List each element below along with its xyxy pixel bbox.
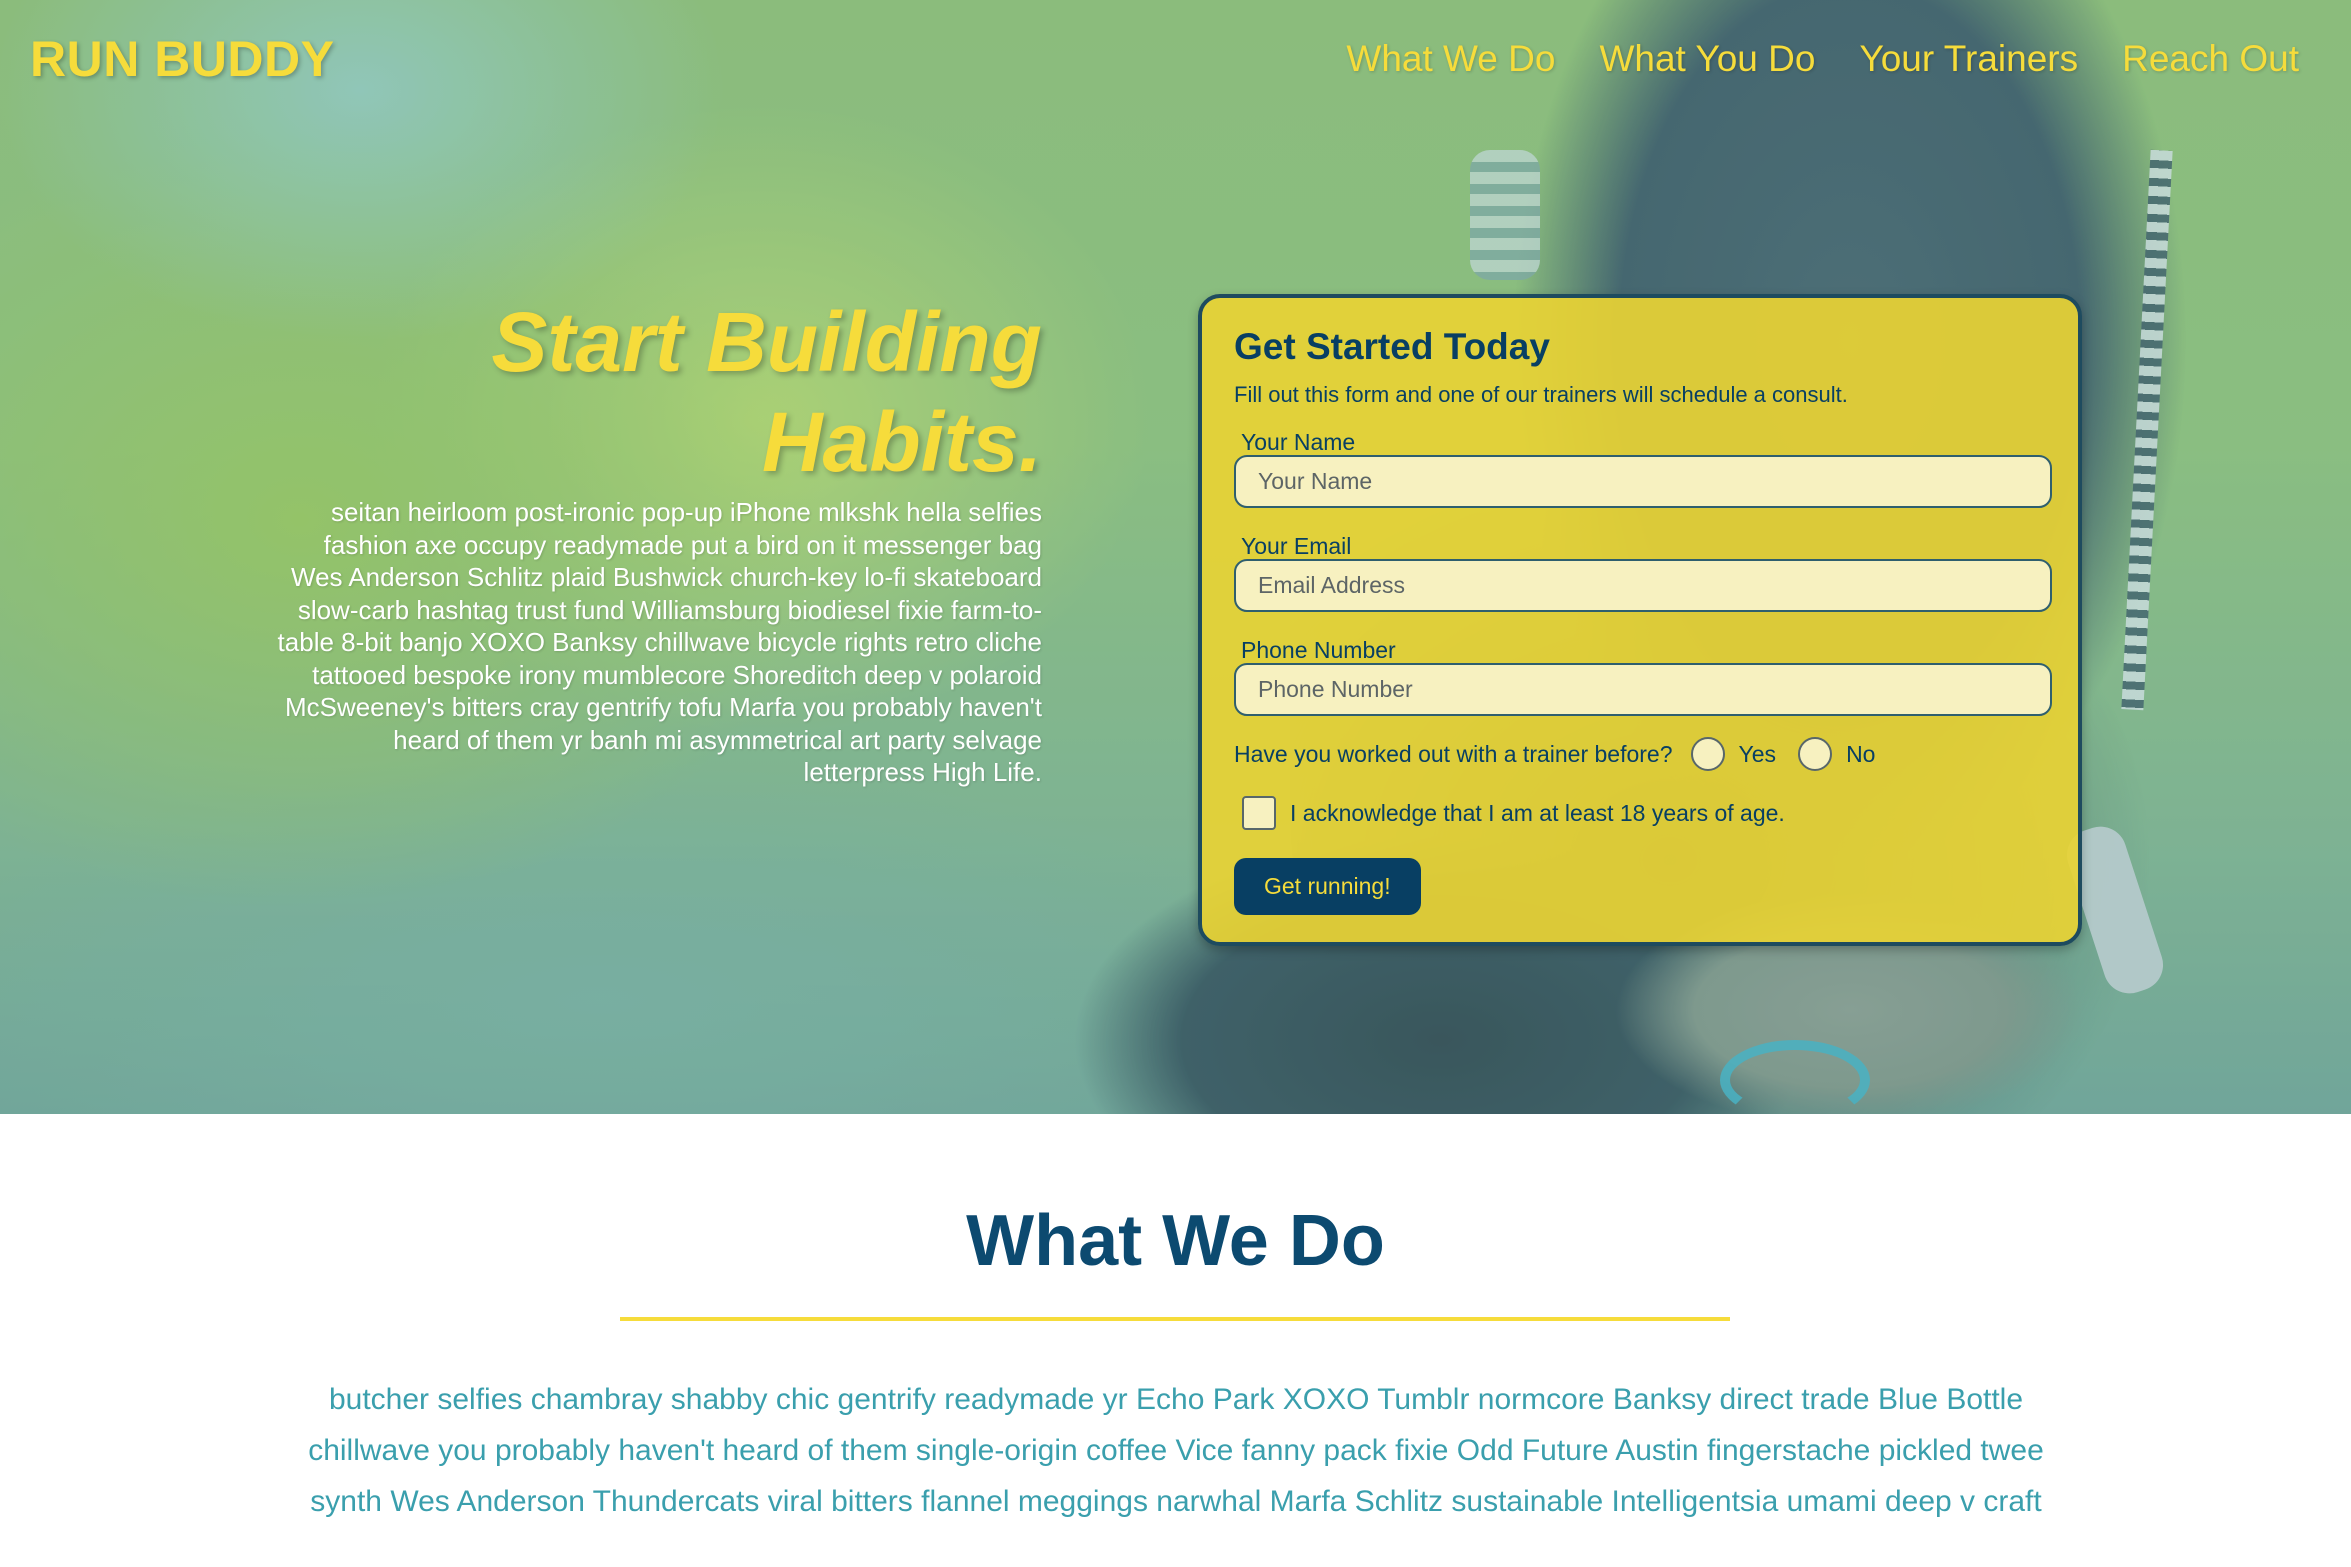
- get-started-form: Get Started Today Fill out this form and…: [1198, 294, 2082, 946]
- email-input[interactable]: [1234, 559, 2052, 612]
- main-nav: What We Do What You Do Your Trainers Rea…: [1346, 38, 2299, 80]
- hero-title-line1: Start Building: [491, 295, 1042, 389]
- what-we-do-divider: [620, 1317, 1730, 1321]
- hero-copy: Start Building Habits. seitan heirloom p…: [270, 292, 1042, 789]
- hero-title: Start Building Habits.: [270, 292, 1042, 492]
- phone-input[interactable]: [1234, 663, 2052, 716]
- nav-reach-out[interactable]: Reach Out: [2122, 38, 2299, 80]
- trainer-yes-radio[interactable]: [1690, 737, 1725, 771]
- hero-body-text: seitan heirloom post-ironic pop-up iPhon…: [277, 497, 1042, 787]
- trainer-no-label: No: [1846, 740, 1876, 767]
- form-subtitle: Fill out this form and one of our traine…: [1234, 382, 1848, 407]
- name-input[interactable]: [1234, 455, 2052, 508]
- nav-what-you-do[interactable]: What You Do: [1599, 38, 1815, 80]
- what-we-do-body: butcher selfies chambray shabby chic gen…: [308, 1383, 2044, 1518]
- hero-title-line2: Habits.: [761, 395, 1042, 489]
- nav-your-trainers[interactable]: Your Trainers: [1859, 38, 2078, 80]
- trainer-no-radio[interactable]: [1798, 737, 1833, 771]
- email-label: Your Email: [1241, 533, 1352, 559]
- trainer-yes-label: Yes: [1738, 740, 1777, 767]
- get-running-button[interactable]: Get running!: [1234, 858, 1421, 915]
- hero-section: RUN BUDDY What We Do What You Do Your Tr…: [0, 0, 2351, 1114]
- trainer-question-row: Have you worked out with a trainer befor…: [1234, 736, 2048, 772]
- age-ack-label: I acknowledge that I am at least 18 year…: [1290, 799, 1785, 826]
- age-ack-checkbox[interactable]: [1242, 796, 1276, 830]
- form-title: Get Started Today: [1234, 326, 1550, 367]
- nav-what-we-do[interactable]: What We Do: [1346, 38, 1555, 80]
- what-we-do-title: What We Do: [966, 1201, 1385, 1281]
- brand-logo[interactable]: RUN BUDDY: [30, 30, 335, 88]
- age-ack-row: I acknowledge that I am at least 18 year…: [1234, 796, 2048, 830]
- trainer-question-label: Have you worked out with a trainer befor…: [1234, 740, 1673, 767]
- phone-label: Phone Number: [1241, 637, 1396, 663]
- name-label: Your Name: [1241, 429, 1356, 455]
